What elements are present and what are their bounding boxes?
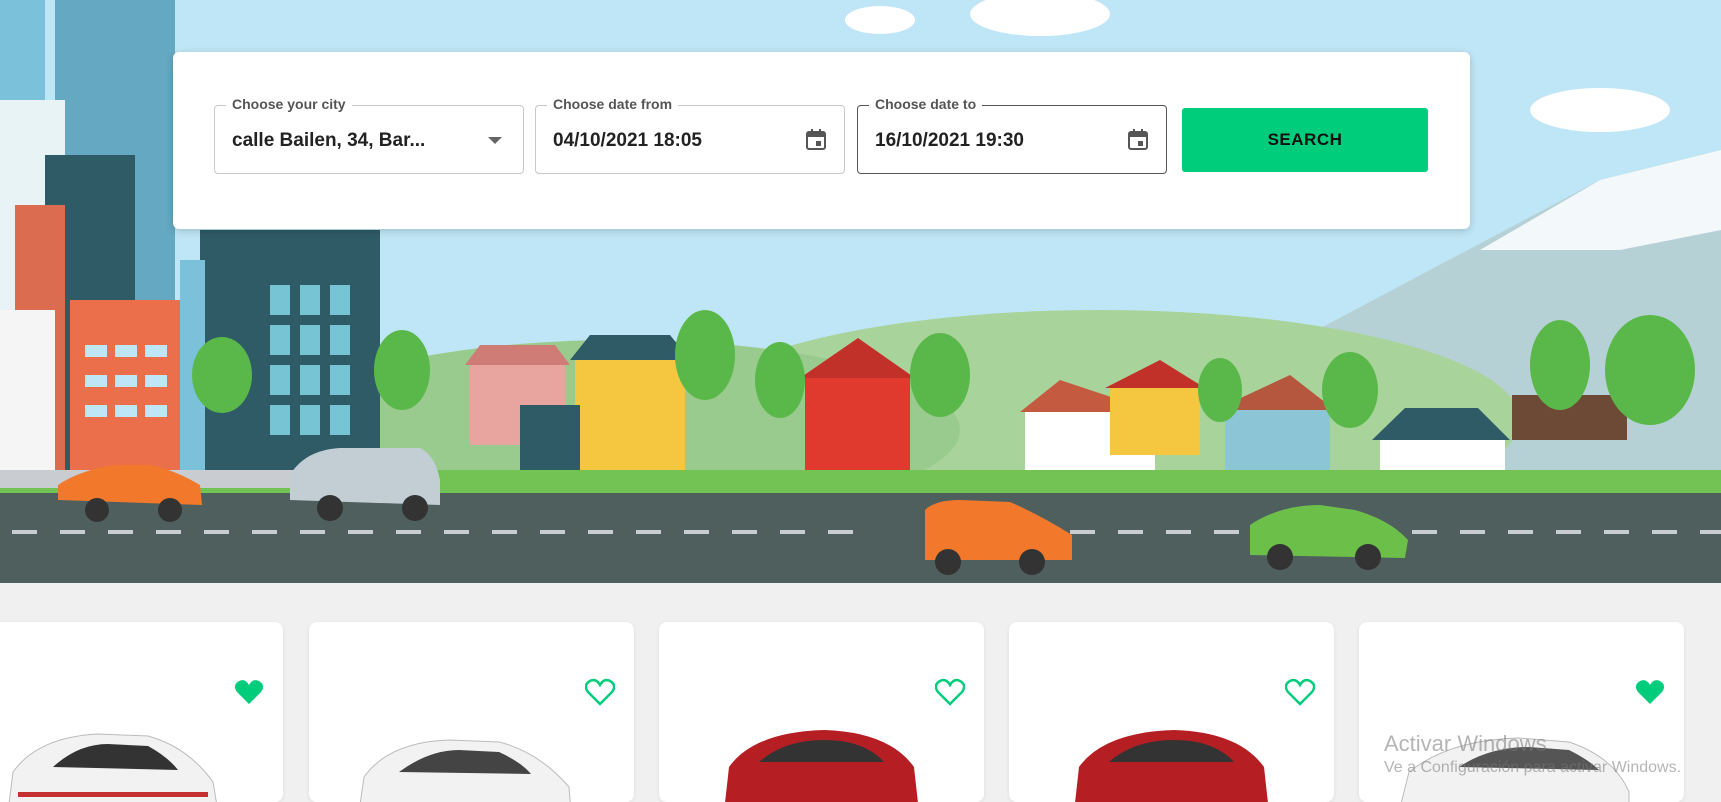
search-button[interactable]: SEARCH (1182, 108, 1428, 172)
date-to-value: 16/10/2021 19:30 (875, 130, 1024, 151)
heart-filled-icon[interactable] (1635, 678, 1665, 706)
date-to-label: Choose date to (869, 96, 983, 112)
car-card[interactable] (309, 622, 634, 802)
heart-outline-icon[interactable] (1285, 678, 1315, 706)
car-image (1075, 730, 1268, 802)
car-image (359, 739, 571, 802)
heart-outline-icon[interactable] (585, 678, 615, 706)
car-results-list (0, 583, 1721, 802)
search-panel: Choose your city calle Bailen, 34, Bar..… (173, 52, 1470, 229)
car-card[interactable] (1009, 622, 1334, 802)
date-from-value: 04/10/2021 18:05 (553, 130, 702, 151)
car-image (8, 733, 217, 802)
chevron-down-icon[interactable] (481, 126, 509, 154)
calendar-icon[interactable] (802, 126, 830, 154)
calendar-icon[interactable] (1124, 126, 1152, 154)
heart-outline-icon[interactable] (935, 678, 965, 706)
city-select[interactable]: Choose your city calle Bailen, 34, Bar..… (214, 96, 524, 174)
date-from-label: Choose date from (547, 96, 679, 112)
heart-filled-icon[interactable] (234, 678, 264, 706)
car-image (725, 730, 918, 802)
date-from-field[interactable]: Choose date from 04/10/2021 18:05 (535, 96, 845, 174)
car-card[interactable] (1359, 622, 1684, 802)
date-to-field[interactable]: Choose date to 16/10/2021 19:30 (857, 96, 1167, 174)
car-card[interactable] (659, 622, 984, 802)
city-value: calle Bailen, 34, Bar... (232, 130, 426, 151)
car-card[interactable] (0, 622, 283, 802)
car-image (1400, 737, 1630, 802)
city-label: Choose your city (226, 96, 352, 112)
